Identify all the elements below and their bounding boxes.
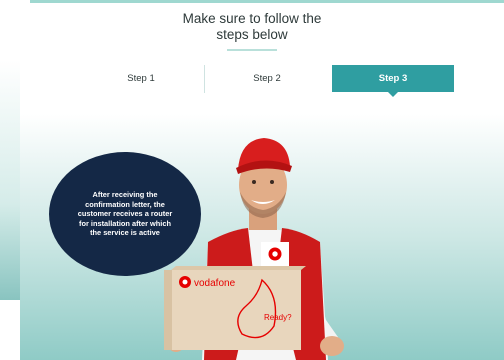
heading-line-1: Make sure to follow the: [182, 11, 322, 26]
heading-line-2: steps below: [216, 27, 288, 42]
tab-step-2[interactable]: Step 2: [204, 65, 330, 93]
tab-step-1[interactable]: Step 1: [78, 65, 204, 92]
delivery-person-image: vodafone Ready?: [164, 138, 344, 360]
bottom-left-blank: [0, 300, 20, 360]
section-heading: Make sure to follow the steps below: [160, 11, 344, 43]
heading-divider: [227, 49, 277, 51]
box-brand-text: vodafone: [194, 278, 236, 289]
left-edge-panel: [0, 60, 20, 300]
vodafone-box: vodafone Ready?: [164, 266, 306, 350]
right-hand: [320, 336, 344, 356]
step-tabs: Step 1 Step 2 Step 3: [78, 65, 456, 97]
tab-step-3[interactable]: Step 3: [332, 65, 454, 97]
box-tagline: Ready?: [264, 313, 292, 322]
top-accent-strip: [30, 0, 504, 3]
